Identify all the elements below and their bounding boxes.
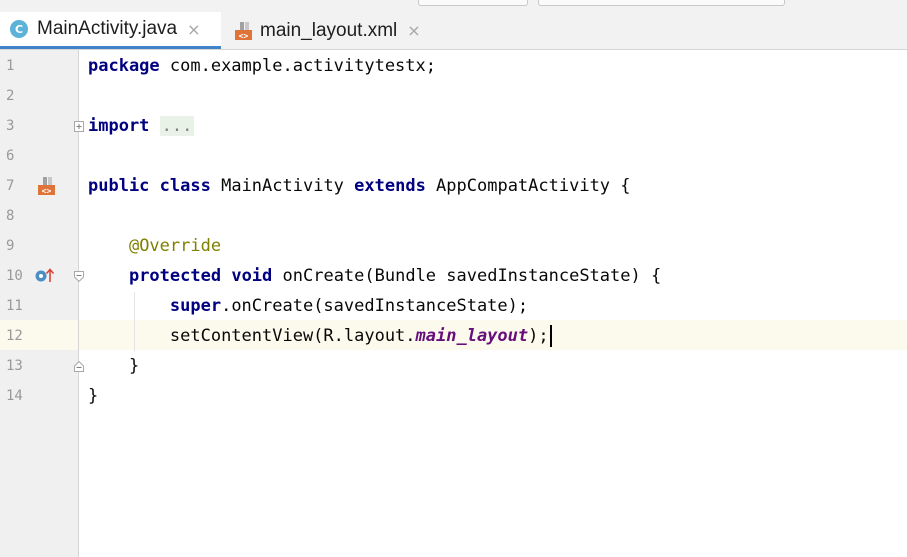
line-number: 6 [6, 148, 15, 164]
keyword: package [88, 56, 160, 76]
close-icon[interactable]: × [187, 20, 200, 39]
keyword: class [159, 176, 211, 196]
editor-tab-bar: C MainActivity.java × <> main_layout.xml… [0, 12, 907, 50]
superclass: AppCompatActivity { [425, 176, 631, 196]
method-call: .onCreate(savedInstanceState); [221, 296, 529, 316]
keyword: void [231, 266, 273, 286]
line-number: 12 [6, 328, 23, 344]
fold-collapse-icon[interactable] [74, 271, 84, 282]
code-line-13: 13 } [0, 351, 907, 381]
annotation: @Override [128, 236, 222, 256]
line-number: 11 [6, 298, 23, 314]
keyword: import [88, 116, 150, 136]
toolbar-strip [0, 0, 907, 12]
code-text[interactable]: super.onCreate(savedInstanceState); [88, 291, 528, 321]
tab-label: main_layout.xml [260, 19, 398, 41]
class-icon: C [10, 20, 28, 38]
fold-end-icon[interactable] [74, 361, 84, 372]
line-number: 7 [6, 178, 15, 194]
keyword: extends [354, 176, 426, 196]
code-text[interactable]: } [88, 351, 139, 381]
toolbar-element [418, 0, 528, 6]
method-signature: onCreate(Bundle savedInstanceState) { [272, 266, 662, 286]
code-line-2: 2 [0, 81, 907, 111]
folded-imports[interactable]: ... [159, 116, 195, 136]
line-number: 13 [6, 358, 23, 374]
code-line-7: 7 <> public class MainActivity extends A… [0, 171, 907, 201]
xml-layout-icon: <> [235, 21, 252, 40]
code-text[interactable]: } [88, 381, 98, 411]
method-call: setContentView(R.layout. [169, 326, 416, 346]
code-line-6: 6 [0, 141, 907, 171]
line-number: 1 [6, 58, 15, 74]
package-name: com.example.activitytestx; [159, 56, 436, 76]
line-number: 2 [6, 88, 15, 104]
code-text[interactable]: public class MainActivity extends AppCom… [88, 171, 631, 201]
call-end: ); [528, 326, 549, 346]
code-text[interactable]: package com.example.activitytestx; [88, 51, 436, 81]
toolbar-element [538, 0, 785, 6]
tab-label: MainActivity.java [37, 18, 178, 39]
code-line-12: 12 setContentView(R.layout.main_layout); [0, 321, 907, 351]
close-icon[interactable]: × [407, 21, 420, 40]
closing-brace: } [128, 356, 140, 376]
svg-text:<>: <> [239, 31, 249, 40]
code-line-1: 1 package com.example.activitytestx; [0, 51, 907, 81]
code-line-14: 14 } [0, 381, 907, 411]
tab-main-layout-xml[interactable]: <> main_layout.xml × [223, 12, 438, 49]
keyword: super [169, 296, 222, 316]
keyword: protected [128, 266, 222, 286]
layout-field: main_layout [415, 326, 529, 346]
override-method-icon[interactable] [34, 267, 56, 285]
line-number: 3 [6, 118, 15, 134]
code-line-11: 11 super.onCreate(savedInstanceState); [0, 291, 907, 321]
line-number: 10 [6, 268, 23, 284]
line-number: 14 [6, 388, 23, 404]
keyword: public [88, 176, 150, 196]
code-line-8: 8 [0, 201, 907, 231]
related-xml-layout-icon[interactable]: <> [35, 175, 57, 197]
code-text[interactable]: setContentView(R.layout.main_layout); [88, 321, 552, 351]
fold-expand-icon[interactable] [74, 121, 84, 132]
code-text[interactable]: @Override [88, 231, 221, 261]
line-number: 8 [6, 208, 15, 224]
text-caret [549, 325, 552, 347]
svg-text:<>: <> [42, 187, 52, 196]
code-text[interactable]: import ... [88, 111, 195, 141]
line-number: 9 [6, 238, 15, 254]
closing-brace: } [88, 386, 99, 406]
tab-main-activity-java[interactable]: C MainActivity.java × [0, 12, 221, 49]
class-name: MainActivity [210, 176, 355, 196]
code-line-3: 3 import ... [0, 111, 907, 141]
code-line-9: 9 @Override [0, 231, 907, 261]
code-text[interactable]: protected void onCreate(Bundle savedInst… [88, 261, 661, 291]
code-line-10: 10 protected void onCreate(Bundle savedI… [0, 261, 907, 291]
